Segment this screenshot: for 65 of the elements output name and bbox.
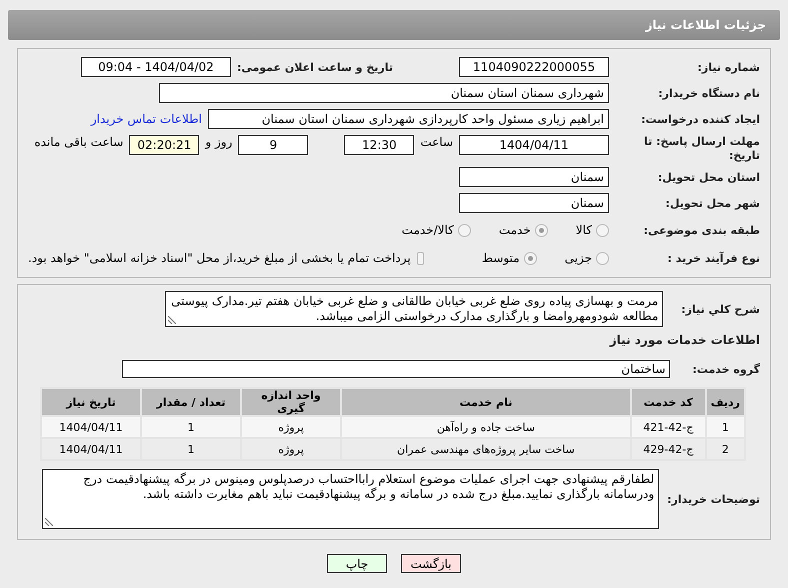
days-field[interactable]: 9 xyxy=(238,135,308,155)
announce-date-field[interactable]: 1404/04/02 - 09:04 xyxy=(80,57,231,77)
need-number-field[interactable]: 1104090222000055 xyxy=(459,57,609,77)
option-label: متوسط xyxy=(482,251,520,265)
option-label: جزیی xyxy=(564,251,592,265)
province-field[interactable]: سمنان xyxy=(459,167,609,187)
field-label: طبقه بندی موضوعی: xyxy=(642,224,760,236)
table-cell: ساخت سایر پروژه‌های مهندسی عمران xyxy=(341,438,631,460)
table-cell: 1404/04/11 xyxy=(41,416,141,438)
remaining-time-field[interactable]: 02:20:21 xyxy=(129,135,200,155)
remaining-label: ساعت باقی مانده xyxy=(34,135,124,149)
field-label: گروه خدمت: xyxy=(692,362,760,376)
buyer-org-field[interactable]: شهرداری سمنان استان سمنان xyxy=(159,83,609,103)
description-field[interactable]: مرمت و بهسازی پیاده روی ضلع غربی خیابان طالقانی و ضلع غربی خیابان هفتم تیر.مدارک پیوستی مطالعه شودومهروامضا و بارگذاری مدارک درخواستی الزامی میباشد. xyxy=(165,291,664,327)
field-label: نوع فرآیند خرید : xyxy=(666,252,760,264)
contact-link[interactable]: اطلاعات تماس خریدار xyxy=(90,112,202,126)
table-cell: ج-42-421 xyxy=(630,416,706,438)
service-group-field[interactable]: ساختمان xyxy=(122,360,670,378)
section-title: اطلاعات خدمات مورد نیاز xyxy=(608,333,760,347)
table-cell: 1 xyxy=(141,438,241,460)
option-label: کالا xyxy=(576,223,592,237)
field-label: استان محل تحویل: xyxy=(656,170,760,184)
resize-grip-icon[interactable] xyxy=(45,518,54,526)
table-cell: ج-42-429 xyxy=(630,438,706,460)
resize-grip-icon[interactable] xyxy=(168,316,176,324)
radio-button[interactable] xyxy=(534,224,548,236)
table-cell: پروژه xyxy=(241,438,341,460)
checkbox[interactable] xyxy=(416,252,424,264)
radio-button[interactable] xyxy=(524,252,537,264)
radio-button[interactable] xyxy=(458,224,471,236)
deadline-time-field[interactable]: 12:30 xyxy=(344,135,414,155)
table-cell: 1 xyxy=(706,416,745,438)
page-title: جزئیات اطلاعات نیاز xyxy=(645,18,766,32)
days-label: روز و xyxy=(205,135,232,149)
time-label: ساعت xyxy=(420,135,453,149)
field-label: ایجاد کننده درخواست: xyxy=(640,112,760,126)
field-label: شهر محل تحویل: xyxy=(664,196,760,210)
radio-button[interactable] xyxy=(596,252,609,264)
field-label: مهلت ارسال پاسخ: تا تاریخ: xyxy=(643,135,760,163)
table-cell: 1404/04/11 xyxy=(41,438,141,460)
field-label: توضیحات خریدار: xyxy=(667,492,760,506)
option-label: خدمت xyxy=(498,223,531,237)
back-button[interactable]: بازگشت xyxy=(401,554,461,573)
field-label: نام دستگاه خریدار: xyxy=(657,86,760,100)
radio-button[interactable] xyxy=(596,224,609,236)
requester-field[interactable]: ابراهیم زیاری مسئول واحد کارپردازی شهرداری سمنان استان سمنان xyxy=(208,109,609,129)
table-cell: پروژه xyxy=(241,416,341,438)
column-header: واحد اندازه گیری xyxy=(241,388,341,416)
city-field[interactable]: سمنان xyxy=(459,193,609,213)
field-label: شرح کلي نياز: xyxy=(681,302,760,316)
table-cell: 2 xyxy=(706,438,745,460)
column-header: تاریخ نیاز xyxy=(41,388,141,416)
buyer-notes-field[interactable]: لطفارقم پیشنهادی جهت اجرای عملیات موضوع استعلام رابااحتساب درصدپلوس ومینوس در برگه پیشنهادقیمت درج ودرسامانه بارگذاری نمایید.مبلغ درج شده در سامانه و برگه پیشنهادقیمت نباید باهم مغایرت داشته باشد. xyxy=(42,469,660,529)
column-header: ردیف xyxy=(706,388,745,416)
print-button[interactable]: چاپ xyxy=(327,554,387,573)
deadline-date-field[interactable]: 1404/04/11 xyxy=(459,135,609,155)
table-cell: 1 xyxy=(141,416,241,438)
column-header: نام خدمت xyxy=(341,388,631,416)
field-label: تاریخ و ساعت اعلان عمومی: xyxy=(236,60,393,74)
table-cell: ساخت جاده و راه‌آهن xyxy=(341,416,631,438)
payment-note: پرداخت تمام یا بخشی از مبلغ خرید،از محل "اسناد خزانه اسلامی" خواهد بود. xyxy=(28,251,411,265)
column-header: کد خدمت xyxy=(630,388,706,416)
option-label: کالا/خدمت xyxy=(402,223,454,237)
column-header: تعداد / مقدار xyxy=(141,388,241,416)
field-label: شماره نیاز: xyxy=(696,60,760,74)
